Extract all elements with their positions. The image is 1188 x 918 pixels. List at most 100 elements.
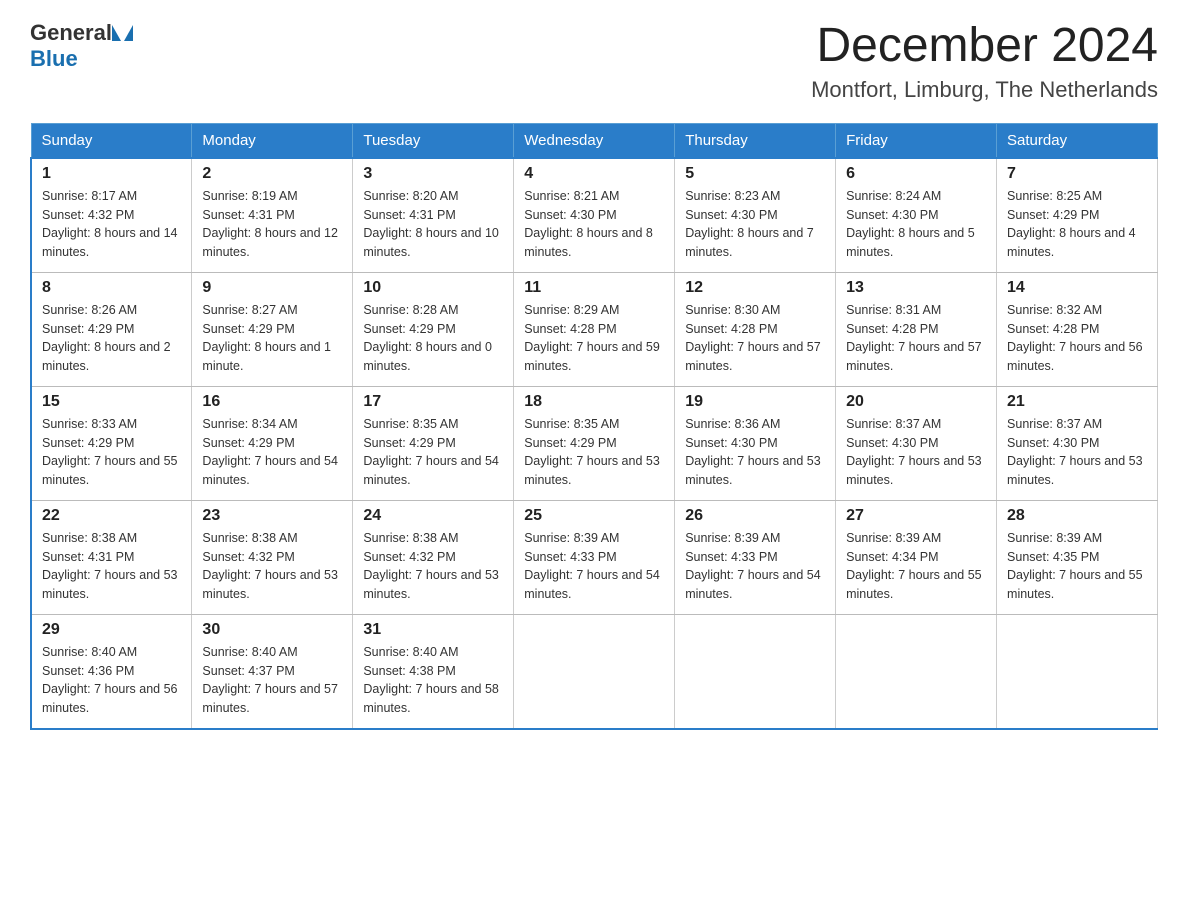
day-number: 27	[846, 507, 986, 525]
day-info: Sunrise: 8:38 AMSunset: 4:32 PMDaylight:…	[363, 529, 503, 604]
calendar-table: Sunday Monday Tuesday Wednesday Thursday…	[30, 123, 1158, 730]
table-row: 30 Sunrise: 8:40 AMSunset: 4:37 PMDayligh…	[192, 614, 353, 729]
day-number: 4	[524, 165, 664, 183]
table-row: 3 Sunrise: 8:20 AMSunset: 4:31 PMDaylight…	[353, 158, 514, 273]
col-tuesday: Tuesday	[353, 123, 514, 158]
calendar-week-1: 1 Sunrise: 8:17 AMSunset: 4:32 PMDaylight…	[31, 158, 1158, 273]
day-info: Sunrise: 8:27 AMSunset: 4:29 PMDaylight:…	[202, 301, 342, 376]
table-row: 14 Sunrise: 8:32 AMSunset: 4:28 PMDayligh…	[997, 272, 1158, 386]
day-info: Sunrise: 8:35 AMSunset: 4:29 PMDaylight:…	[524, 415, 664, 490]
table-row: 27 Sunrise: 8:39 AMSunset: 4:34 PMDayligh…	[836, 500, 997, 614]
day-number: 18	[524, 393, 664, 411]
day-info: Sunrise: 8:39 AMSunset: 4:34 PMDaylight:…	[846, 529, 986, 604]
table-row: 2 Sunrise: 8:19 AMSunset: 4:31 PMDaylight…	[192, 158, 353, 273]
day-number: 25	[524, 507, 664, 525]
day-number: 15	[42, 393, 181, 411]
day-info: Sunrise: 8:35 AMSunset: 4:29 PMDaylight:…	[363, 415, 503, 490]
day-info: Sunrise: 8:37 AMSunset: 4:30 PMDaylight:…	[1007, 415, 1147, 490]
day-info: Sunrise: 8:17 AMSunset: 4:32 PMDaylight:…	[42, 187, 181, 262]
day-info: Sunrise: 8:39 AMSunset: 4:33 PMDaylight:…	[685, 529, 825, 604]
day-number: 31	[363, 621, 503, 639]
day-info: Sunrise: 8:40 AMSunset: 4:36 PMDaylight:…	[42, 643, 181, 718]
month-title: December 2024	[811, 20, 1158, 73]
table-row: 18 Sunrise: 8:35 AMSunset: 4:29 PMDayligh…	[514, 386, 675, 500]
day-number: 5	[685, 165, 825, 183]
day-number: 23	[202, 507, 342, 525]
day-number: 22	[42, 507, 181, 525]
table-row: 28 Sunrise: 8:39 AMSunset: 4:35 PMDayligh…	[997, 500, 1158, 614]
col-sunday: Sunday	[31, 123, 192, 158]
table-row: 6 Sunrise: 8:24 AMSunset: 4:30 PMDaylight…	[836, 158, 997, 273]
day-info: Sunrise: 8:31 AMSunset: 4:28 PMDaylight:…	[846, 301, 986, 376]
day-info: Sunrise: 8:19 AMSunset: 4:31 PMDaylight:…	[202, 187, 342, 262]
day-number: 17	[363, 393, 503, 411]
day-number: 26	[685, 507, 825, 525]
day-number: 6	[846, 165, 986, 183]
day-number: 13	[846, 279, 986, 297]
table-row: 7 Sunrise: 8:25 AMSunset: 4:29 PMDaylight…	[997, 158, 1158, 273]
table-row: 5 Sunrise: 8:23 AMSunset: 4:30 PMDaylight…	[675, 158, 836, 273]
table-row	[514, 614, 675, 729]
location-subtitle: Montfort, Limburg, The Netherlands	[811, 77, 1158, 103]
calendar-week-3: 15Sunrise: 8:33 AMSunset: 4:29 PMDayligh…	[31, 386, 1158, 500]
day-number: 21	[1007, 393, 1147, 411]
calendar-week-2: 8Sunrise: 8:26 AMSunset: 4:29 PMDaylight…	[31, 272, 1158, 386]
page-header: General Blue December 2024 Montfort, Lim…	[30, 20, 1158, 103]
table-row: 4 Sunrise: 8:21 AMSunset: 4:30 PMDaylight…	[514, 158, 675, 273]
day-number: 3	[363, 165, 503, 183]
table-row: 19Sunrise: 8:36 AMSunset: 4:30 PMDayligh…	[675, 386, 836, 500]
logo: General Blue	[30, 20, 133, 72]
day-info: Sunrise: 8:21 AMSunset: 4:30 PMDaylight:…	[524, 187, 664, 262]
logo-general-text: General	[30, 20, 112, 46]
day-info: Sunrise: 8:26 AMSunset: 4:29 PMDaylight:…	[42, 301, 181, 376]
day-number: 29	[42, 621, 181, 639]
day-info: Sunrise: 8:40 AMSunset: 4:37 PMDaylight:…	[202, 643, 342, 718]
col-monday: Monday	[192, 123, 353, 158]
table-row: 1 Sunrise: 8:17 AMSunset: 4:32 PMDaylight…	[31, 158, 192, 273]
table-row: 26 Sunrise: 8:39 AMSunset: 4:33 PMDayligh…	[675, 500, 836, 614]
table-row: 12Sunrise: 8:30 AMSunset: 4:28 PMDayligh…	[675, 272, 836, 386]
day-number: 28	[1007, 507, 1147, 525]
day-info: Sunrise: 8:34 AMSunset: 4:29 PMDaylight:…	[202, 415, 342, 490]
day-number: 2	[202, 165, 342, 183]
table-row: 10 Sunrise: 8:28 AMSunset: 4:29 PMDayligh…	[353, 272, 514, 386]
table-row: 11Sunrise: 8:29 AMSunset: 4:28 PMDayligh…	[514, 272, 675, 386]
day-info: Sunrise: 8:39 AMSunset: 4:35 PMDaylight:…	[1007, 529, 1147, 604]
day-info: Sunrise: 8:38 AMSunset: 4:32 PMDaylight:…	[202, 529, 342, 604]
table-row	[836, 614, 997, 729]
table-row: 8Sunrise: 8:26 AMSunset: 4:29 PMDaylight…	[31, 272, 192, 386]
day-number: 10	[363, 279, 503, 297]
day-number: 12	[685, 279, 825, 297]
table-row: 15Sunrise: 8:33 AMSunset: 4:29 PMDayligh…	[31, 386, 192, 500]
table-row: 13 Sunrise: 8:31 AMSunset: 4:28 PMDayligh…	[836, 272, 997, 386]
table-row: 17 Sunrise: 8:35 AMSunset: 4:29 PMDayligh…	[353, 386, 514, 500]
col-saturday: Saturday	[997, 123, 1158, 158]
day-number: 16	[202, 393, 342, 411]
day-info: Sunrise: 8:29 AMSunset: 4:28 PMDaylight:…	[524, 301, 664, 376]
day-number: 7	[1007, 165, 1147, 183]
day-info: Sunrise: 8:37 AMSunset: 4:30 PMDaylight:…	[846, 415, 986, 490]
day-info: Sunrise: 8:20 AMSunset: 4:31 PMDaylight:…	[363, 187, 503, 262]
col-friday: Friday	[836, 123, 997, 158]
table-row: 9 Sunrise: 8:27 AMSunset: 4:29 PMDaylight…	[192, 272, 353, 386]
day-number: 30	[202, 621, 342, 639]
day-number: 1	[42, 165, 181, 183]
table-row	[675, 614, 836, 729]
table-row: 20 Sunrise: 8:37 AMSunset: 4:30 PMDayligh…	[836, 386, 997, 500]
day-info: Sunrise: 8:24 AMSunset: 4:30 PMDaylight:…	[846, 187, 986, 262]
table-row: 24Sunrise: 8:38 AMSunset: 4:32 PMDayligh…	[353, 500, 514, 614]
table-row: 23 Sunrise: 8:38 AMSunset: 4:32 PMDayligh…	[192, 500, 353, 614]
day-info: Sunrise: 8:28 AMSunset: 4:29 PMDaylight:…	[363, 301, 503, 376]
table-row: 22Sunrise: 8:38 AMSunset: 4:31 PMDayligh…	[31, 500, 192, 614]
day-info: Sunrise: 8:25 AMSunset: 4:29 PMDaylight:…	[1007, 187, 1147, 262]
day-number: 9	[202, 279, 342, 297]
col-wednesday: Wednesday	[514, 123, 675, 158]
calendar-week-5: 29 Sunrise: 8:40 AMSunset: 4:36 PMDayligh…	[31, 614, 1158, 729]
day-number: 20	[846, 393, 986, 411]
day-number: 14	[1007, 279, 1147, 297]
calendar-week-4: 22Sunrise: 8:38 AMSunset: 4:31 PMDayligh…	[31, 500, 1158, 614]
table-row: 31Sunrise: 8:40 AMSunset: 4:38 PMDayligh…	[353, 614, 514, 729]
title-section: December 2024 Montfort, Limburg, The Net…	[811, 20, 1158, 103]
day-info: Sunrise: 8:23 AMSunset: 4:30 PMDaylight:…	[685, 187, 825, 262]
day-info: Sunrise: 8:32 AMSunset: 4:28 PMDaylight:…	[1007, 301, 1147, 376]
